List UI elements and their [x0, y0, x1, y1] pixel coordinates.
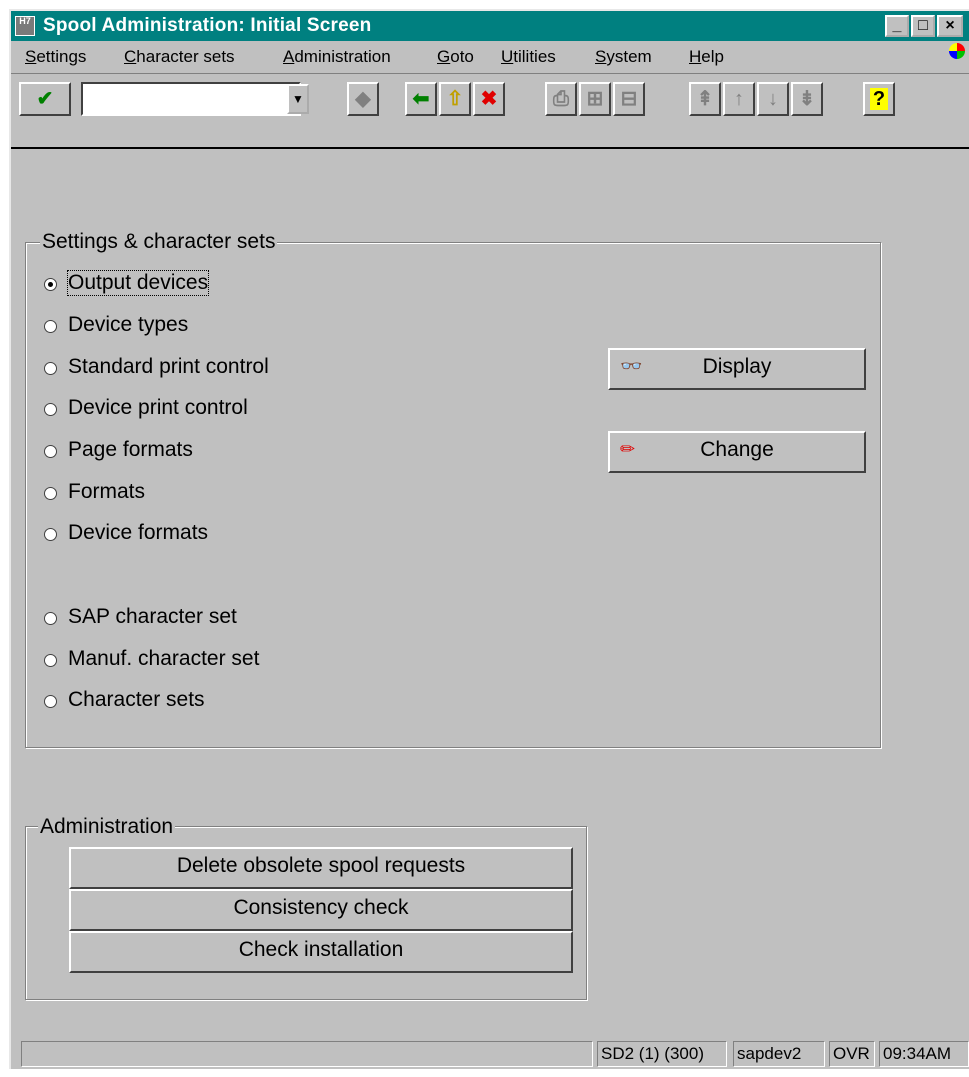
status-server[interactable]: sapdev2 [733, 1041, 825, 1067]
radio-circle [44, 612, 57, 625]
status-message [21, 1041, 593, 1067]
radio-label: Output devices [66, 270, 210, 296]
command-field-dropdown[interactable]: ▼ [287, 84, 309, 114]
radio-circle [44, 445, 57, 458]
window-title: Spool Administration: Initial Screen [43, 15, 372, 36]
previous-page-icon: ↑ [723, 82, 755, 116]
menu-settings[interactable]: Settings [25, 47, 86, 67]
status-system[interactable]: SD2 (1) (300) [597, 1041, 727, 1067]
command-field[interactable] [81, 82, 301, 116]
sap-window: H7 Spool Administration: Initial Screen … [9, 9, 969, 1069]
menu-utilities[interactable]: Utilities [501, 47, 556, 67]
radio-circle [44, 654, 57, 667]
menu-goto[interactable]: Goto [437, 47, 474, 67]
sap-app-icon[interactable]: H7 [15, 16, 35, 36]
settings-group-label: Settings & character sets [40, 230, 278, 254]
menu-help[interactable]: Help [689, 47, 724, 67]
status-time: 09:34AM [879, 1041, 969, 1067]
radio-circle [44, 403, 57, 416]
radio-circle [44, 362, 57, 375]
radio-label: Character sets [68, 688, 205, 711]
status-mode[interactable]: OVR [829, 1041, 875, 1067]
radio-label: Page formats [68, 438, 193, 461]
cancel-x-button[interactable]: ✖ [473, 82, 505, 116]
radio-label: Formats [68, 480, 146, 503]
minimize-button[interactable]: _ [885, 15, 909, 37]
maximize-button[interactable]: □ [911, 15, 935, 37]
check-installation-button[interactable]: Check installation [69, 931, 573, 973]
consistency-check-button[interactable]: Consistency check [69, 889, 573, 931]
radio-circle [44, 695, 57, 708]
radio-circle-selected [44, 278, 57, 291]
radio-label: SAP character set [68, 605, 237, 628]
next-page-icon: ↓ [757, 82, 789, 116]
sap-color-icon[interactable] [949, 43, 965, 59]
status-bar: SD2 (1) (300) sapdev2 OVR 09:34AM [11, 1039, 969, 1069]
find-next-icon: ⊟ [613, 82, 645, 116]
radio-circle [44, 528, 57, 541]
radio-circle [44, 320, 57, 333]
radio-label: Manuf. character set [68, 647, 260, 670]
change-button[interactable]: ✏ Change [608, 431, 866, 473]
enter-checkmark-button[interactable]: ✔ [19, 82, 71, 116]
menu-system[interactable]: System [595, 47, 652, 67]
menu-administration[interactable]: Administration [283, 47, 391, 67]
close-button[interactable]: × [937, 15, 963, 37]
menu-character-sets[interactable]: Character sets [124, 47, 235, 67]
delete-obsolete-spool-requests-button[interactable]: Delete obsolete spool requests [69, 847, 573, 889]
display-button[interactable]: 👓 Display [608, 348, 866, 390]
radio-label: Device print control [68, 396, 248, 419]
radio-label: Device types [68, 313, 189, 336]
radio-label: Standard print control [68, 355, 269, 378]
menu-bar: Settings Character sets Administration G… [11, 41, 969, 73]
radio-label: Device formats [68, 521, 209, 544]
title-bar: H7 Spool Administration: Initial Screen … [11, 11, 969, 41]
administration-group-label: Administration [38, 815, 176, 839]
radio-circle [44, 487, 57, 500]
find-icon: ⊞ [579, 82, 611, 116]
first-page-icon: ⇞ [689, 82, 721, 116]
exit-up-arrow-button[interactable]: ⇧ [439, 82, 471, 116]
save-icon: ◆ [347, 82, 379, 116]
help-question-button[interactable]: ? [863, 82, 895, 116]
back-arrow-button[interactable]: ⬅ [405, 82, 437, 116]
standard-toolbar: ✔ ▼ ◆ ⬅ ⇧ ✖ ⎙ ⊞ ⊟ ⇞ ↑ ↓ ⇟ ? [11, 73, 969, 149]
last-page-icon: ⇟ [791, 82, 823, 116]
print-icon: ⎙ [545, 82, 577, 116]
